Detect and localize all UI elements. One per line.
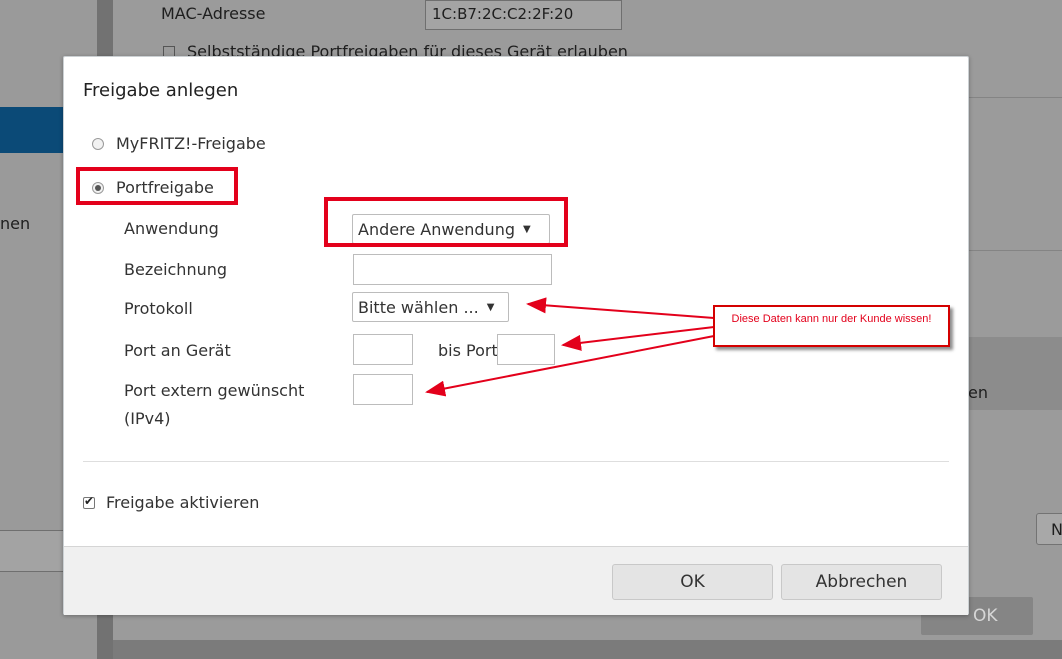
radio-button-icon[interactable] xyxy=(92,137,104,150)
name-input[interactable] xyxy=(353,254,552,285)
table-header-label: en xyxy=(968,383,988,402)
protocol-label: Protokoll xyxy=(124,299,193,318)
highlight-box-portfreigabe xyxy=(76,167,238,205)
page-footer xyxy=(113,640,1062,659)
enable-sharing-checkbox[interactable]: Freigabe aktivieren xyxy=(83,493,259,512)
divider xyxy=(968,97,1062,98)
device-port-from-input[interactable] xyxy=(353,334,413,365)
device-port-to-input[interactable] xyxy=(497,334,555,365)
radio-myfritz[interactable]: MyFRITZ!-Freigabe xyxy=(92,134,266,153)
checkbox-checked-icon[interactable] xyxy=(83,494,95,509)
highlight-box-application xyxy=(324,197,568,247)
dropdown-arrow-icon: ▼ xyxy=(486,301,495,313)
application-label: Anwendung xyxy=(124,219,219,238)
sidebar-active-item[interactable] xyxy=(0,107,63,153)
cancel-button[interactable]: Abbrechen xyxy=(781,564,942,600)
annotation-callout: Diese Daten kann nur der Kunde wissen! xyxy=(713,305,950,347)
mac-address-field: 1C:B7:2C:C2:2F:20 xyxy=(425,0,622,30)
divider xyxy=(968,250,1062,251)
port-to-label: bis Port xyxy=(438,341,498,360)
ok-button[interactable]: OK xyxy=(612,564,773,600)
dialog-title: Freigabe anlegen xyxy=(83,80,239,101)
device-port-label: Port an Gerät xyxy=(124,341,231,360)
dialog-divider xyxy=(83,461,949,462)
mac-address-label: MAC-Adresse xyxy=(161,4,266,23)
radio-myfritz-label: MyFRITZ!-Freigabe xyxy=(116,134,266,153)
enable-sharing-label: Freigabe aktivieren xyxy=(106,493,260,512)
protocol-select-value: Bitte wählen ... xyxy=(358,297,479,317)
sidebar-item-label: nen xyxy=(0,214,31,233)
background-button: N xyxy=(1036,513,1062,545)
external-port-input[interactable] xyxy=(353,374,413,405)
dialog-footer: OK Abbrechen xyxy=(64,546,968,615)
external-port-label: Port extern gewünscht (IPv4) xyxy=(124,381,305,428)
name-label: Bezeichnung xyxy=(124,260,228,279)
protocol-select[interactable]: Bitte wählen ... ▼ xyxy=(352,292,509,322)
